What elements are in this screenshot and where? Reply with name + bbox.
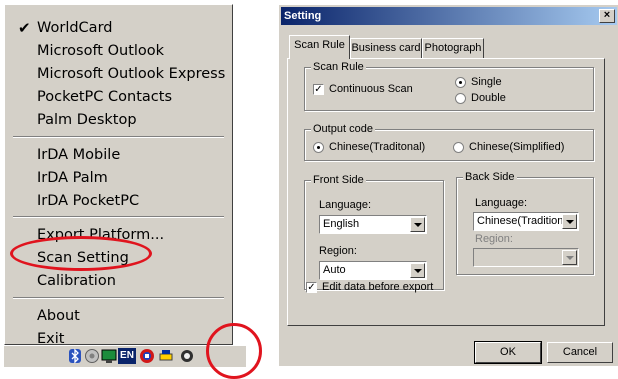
front-language-select[interactable]: English bbox=[319, 215, 427, 234]
tab-business-card[interactable]: Business card bbox=[350, 38, 422, 58]
front-region-label: Region: bbox=[319, 245, 357, 257]
bluetooth-icon[interactable] bbox=[68, 348, 82, 364]
chevron-down-icon[interactable] bbox=[562, 214, 577, 229]
scan-rule-group: Scan Rule ✓ Continuous Scan Single Doubl… bbox=[304, 61, 594, 111]
worldcard-tray-icon[interactable] bbox=[138, 348, 156, 364]
double-radio[interactable] bbox=[455, 93, 466, 104]
menu-separator bbox=[13, 216, 224, 218]
single-radio[interactable] bbox=[455, 77, 466, 88]
group-label-output-code: Output code bbox=[311, 123, 375, 135]
chinese-simplified-label: Chinese(Simplified) bbox=[469, 141, 565, 153]
back-side-group: Back Side Language: Chinese(Traditional … bbox=[456, 171, 594, 275]
tab-scan-rule[interactable]: Scan Rule bbox=[289, 35, 350, 59]
dialog-title: Setting bbox=[284, 10, 322, 22]
menu-item-irda-pocketpc[interactable]: IrDA PocketPC bbox=[37, 192, 139, 210]
menu-item-outlook-express[interactable]: Microsoft Outlook Express bbox=[37, 65, 225, 83]
back-language-select[interactable]: Chinese(Traditional bbox=[473, 212, 579, 231]
cancel-button[interactable]: Cancel bbox=[547, 342, 613, 363]
output-code-group: Output code Chinese(Traditonal) Chinese(… bbox=[304, 123, 594, 161]
language-indicator-icon[interactable]: EN bbox=[118, 348, 136, 364]
chevron-down-icon bbox=[562, 250, 577, 265]
chevron-down-icon[interactable] bbox=[410, 263, 425, 278]
menu-separator bbox=[13, 297, 224, 299]
menu-item-microsoft-outlook[interactable]: Microsoft Outlook bbox=[37, 42, 164, 60]
chinese-traditional-radio[interactable] bbox=[313, 142, 324, 153]
menu-item-palm-desktop[interactable]: Palm Desktop bbox=[37, 111, 137, 129]
continuous-scan-checkbox[interactable]: ✓ bbox=[313, 84, 324, 95]
title-bar[interactable]: Setting × bbox=[281, 7, 617, 25]
tray-context-menu: ✔ WorldCard Microsoft Outlook Microsoft … bbox=[4, 4, 233, 347]
menu-item-irda-mobile[interactable]: IrDA Mobile bbox=[37, 146, 120, 164]
group-label-back-side: Back Side bbox=[463, 171, 517, 183]
menu-item-calibration[interactable]: Calibration bbox=[37, 272, 116, 290]
edit-before-export-label: Edit data before export bbox=[322, 281, 434, 293]
group-label-scan-rule: Scan Rule bbox=[311, 61, 366, 73]
double-label: Double bbox=[471, 92, 506, 104]
network-icon[interactable] bbox=[84, 348, 100, 364]
display-icon[interactable] bbox=[101, 348, 117, 364]
back-region-label: Region: bbox=[475, 233, 513, 245]
ok-button[interactable]: OK bbox=[474, 341, 542, 364]
chinese-simplified-radio[interactable] bbox=[453, 142, 464, 153]
menu-item-worldcard[interactable]: WorldCard bbox=[37, 19, 112, 37]
chinese-traditional-label: Chinese(Traditonal) bbox=[329, 141, 426, 153]
checkmark-icon: ✔ bbox=[18, 19, 31, 37]
front-region-value: Auto bbox=[323, 264, 346, 276]
back-region-select bbox=[473, 248, 579, 267]
chevron-down-icon[interactable] bbox=[410, 217, 425, 232]
setting-dialog: Setting × Scan Rule Business card Photog… bbox=[278, 4, 618, 366]
edit-before-export-checkbox[interactable]: ✓ bbox=[306, 282, 317, 293]
back-language-label: Language: bbox=[475, 197, 527, 209]
tab-photograph[interactable]: Photograph bbox=[422, 38, 484, 58]
single-label: Single bbox=[471, 76, 502, 88]
front-side-group: Front Side Language: English Region: Aut… bbox=[304, 174, 444, 290]
menu-item-about[interactable]: About bbox=[37, 307, 80, 325]
highlight-ring-scan-setting bbox=[10, 236, 152, 271]
menu-item-irda-palm[interactable]: IrDA Palm bbox=[37, 169, 108, 187]
menu-item-pocketpc-contacts[interactable]: PocketPC Contacts bbox=[37, 88, 172, 106]
close-icon[interactable]: × bbox=[599, 9, 615, 23]
group-label-front-side: Front Side bbox=[311, 174, 366, 186]
printer-icon[interactable] bbox=[158, 348, 174, 364]
menu-separator bbox=[13, 136, 224, 138]
continuous-scan-label: Continuous Scan bbox=[329, 83, 413, 95]
front-language-value: English bbox=[323, 218, 360, 230]
highlight-ring-tray-icon bbox=[206, 323, 262, 379]
front-region-select[interactable]: Auto bbox=[319, 261, 427, 280]
tab-panel-scan-rule: Scan Rule ✓ Continuous Scan Single Doubl… bbox=[287, 58, 605, 326]
back-language-value: Chinese(Traditional bbox=[477, 215, 572, 227]
tray-app-icon[interactable] bbox=[178, 348, 196, 364]
front-language-label: Language: bbox=[319, 199, 371, 211]
